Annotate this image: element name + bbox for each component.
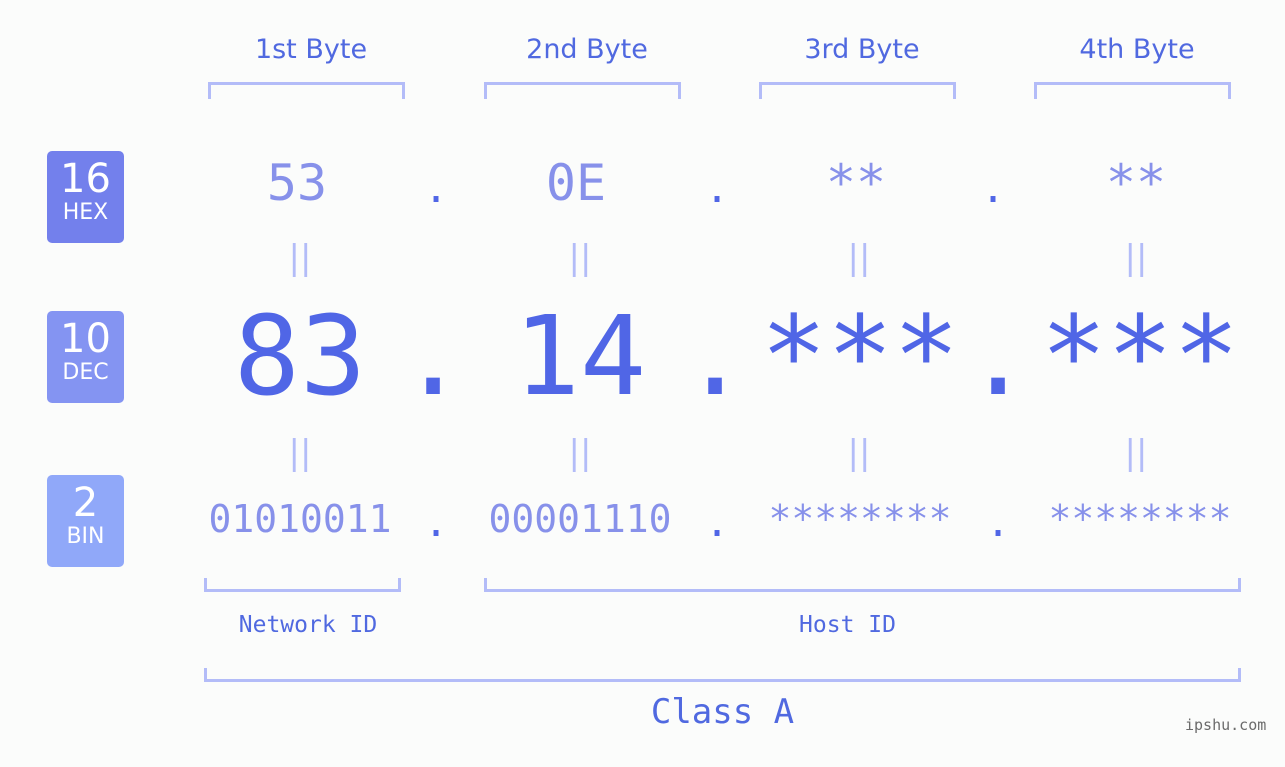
equals-hex-dec-2: || (568, 238, 592, 278)
dec-badge: 10 DEC (47, 311, 124, 403)
header-byte-1: 1st Byte (254, 34, 368, 65)
bin-badge: 2 BIN (47, 475, 124, 567)
hex-byte-2: 0E (545, 154, 607, 212)
bracket-byte-1 (208, 82, 405, 99)
network-id-bracket (204, 578, 401, 592)
class-label: Class A (650, 692, 795, 732)
network-id-label: Network ID (238, 612, 378, 638)
hex-dot-2: . (705, 166, 730, 212)
hex-badge-label: HEX (62, 200, 109, 225)
equals-dec-bin-2: || (568, 433, 592, 473)
bin-dot-3: . (986, 500, 1011, 546)
bracket-byte-2 (484, 82, 681, 99)
bin-badge-number: 2 (72, 480, 99, 526)
dec-dot-2: . (682, 292, 749, 420)
bin-badge-label: BIN (66, 524, 105, 549)
hex-badge: 16 HEX (47, 151, 124, 243)
dec-badge-label: DEC (62, 360, 109, 385)
equals-dec-bin-3: || (847, 433, 871, 473)
bracket-byte-3 (759, 82, 956, 99)
bin-byte-1: 01010011 (208, 497, 392, 541)
bracket-byte-4 (1034, 82, 1231, 99)
equals-dec-bin-4: || (1124, 433, 1148, 473)
hex-byte-3: ** (825, 154, 887, 212)
equals-dec-bin-1: || (288, 433, 312, 473)
dec-byte-3: *** (760, 292, 960, 420)
bin-dot-2: . (705, 500, 730, 546)
class-bracket (204, 668, 1241, 682)
bin-dot-1: . (424, 500, 449, 546)
header-byte-3: 3rd Byte (804, 34, 920, 65)
hex-dot-1: . (424, 166, 449, 212)
dec-dot-1: . (400, 292, 467, 420)
equals-hex-dec-3: || (847, 238, 871, 278)
hex-badge-number: 16 (60, 156, 111, 202)
hex-dot-3: . (981, 166, 1006, 212)
dec-badge-number: 10 (60, 316, 111, 362)
bin-byte-4: ******** (1048, 497, 1232, 541)
header-byte-4: 4th Byte (1079, 34, 1195, 65)
host-id-label: Host ID (799, 612, 896, 638)
equals-hex-dec-1: || (288, 238, 312, 278)
hex-byte-4: ** (1105, 154, 1167, 212)
hex-byte-1: 53 (266, 154, 328, 212)
dec-byte-2: 14 (513, 292, 647, 420)
dec-byte-1: 83 (233, 292, 367, 420)
equals-hex-dec-4: || (1124, 238, 1148, 278)
dec-dot-3: . (965, 292, 1032, 420)
bin-byte-2: 00001110 (488, 497, 672, 541)
dec-byte-4: *** (1040, 292, 1240, 420)
watermark: ipshu.com (1185, 716, 1267, 734)
header-byte-2: 2nd Byte (526, 34, 648, 65)
bin-byte-3: ******** (768, 497, 952, 541)
host-id-bracket (484, 578, 1241, 592)
